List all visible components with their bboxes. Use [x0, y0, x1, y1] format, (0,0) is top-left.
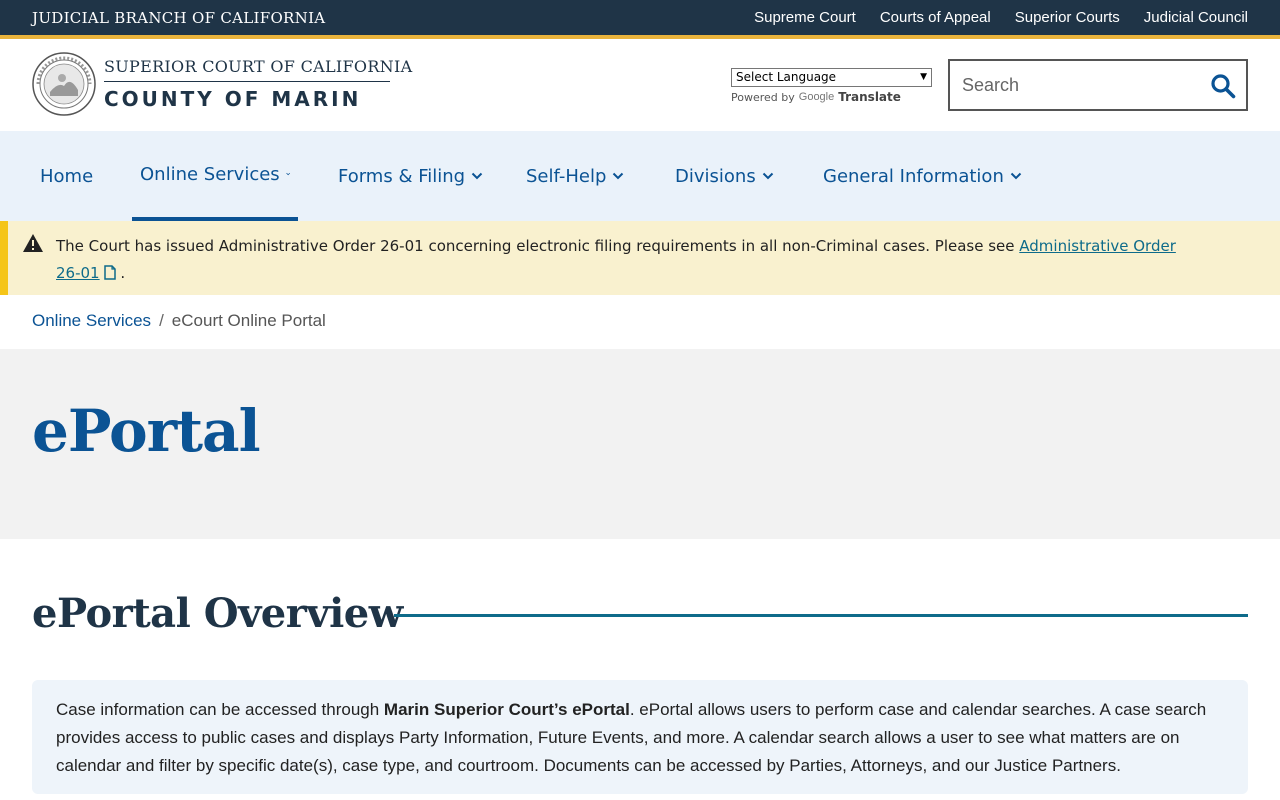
section-rule [394, 614, 1248, 617]
google-translate-attribution: Powered by Google Translate [731, 90, 901, 104]
translate-label[interactable]: Translate [838, 90, 901, 104]
court-name-line1[interactable]: SUPERIOR COURT OF CALIFORNIA [104, 57, 412, 76]
nav-general-information[interactable]: General Information [823, 131, 1022, 221]
chevron-down-icon [613, 172, 624, 180]
nav-self-help[interactable]: Self-Help [526, 131, 624, 221]
search-input[interactable] [962, 73, 1192, 97]
nav-forms-filing-label: Forms & Filing [338, 165, 466, 187]
nav-home[interactable]: Home [40, 131, 93, 221]
overview-eportal-name: Marin Superior Court’s ePortal [383, 700, 630, 719]
breadcrumb-separator: / [159, 311, 164, 330]
chevron-down-icon [471, 172, 483, 180]
google-logo-text[interactable]: Google [799, 91, 834, 103]
chevron-down-icon [285, 172, 290, 176]
top-links: Supreme Court Courts of Appeal Superior … [754, 9, 1248, 26]
nav-home-label: Home [40, 165, 94, 187]
nav-divisions-label: Divisions [675, 165, 756, 187]
nav-divisions[interactable]: Divisions [675, 131, 774, 221]
main-navigation: Home Online Services Forms & Filing Self… [0, 131, 1280, 221]
powered-by-label: Powered by [731, 90, 795, 104]
chevron-down-icon [762, 172, 773, 180]
file-icon [103, 265, 116, 280]
court-seal-icon[interactable] [32, 52, 96, 116]
court-name-divider [104, 81, 390, 82]
nav-online-services[interactable]: Online Services [132, 131, 298, 221]
nav-forms-filing[interactable]: Forms & Filing [338, 131, 483, 221]
section-title: ePortal Overview [32, 590, 403, 637]
toplink-judicial-council[interactable]: Judicial Council [1144, 9, 1248, 26]
warning-icon [23, 234, 43, 252]
overview-text-intro: Case information can be accessed through [56, 700, 384, 719]
breadcrumb-current: eCourt Online Portal [171, 311, 326, 330]
chevron-down-icon [1010, 172, 1022, 180]
overview-box: Case information can be accessed through… [32, 680, 1248, 794]
breadcrumb-online-services[interactable]: Online Services [32, 311, 151, 331]
chevron-down-icon: ▼ [920, 72, 927, 82]
alert-suffix: . [115, 264, 126, 282]
judicial-branch-bar: JUDICIAL BRANCH OF CALIFORNIA Supreme Co… [0, 0, 1280, 35]
toplink-supreme-court[interactable]: Supreme Court [754, 9, 856, 26]
alert-banner: The Court has issued Administrative Orde… [0, 221, 1280, 295]
site-header: SUPERIOR COURT OF CALIFORNIA COUNTY OF M… [0, 39, 1280, 131]
language-select-value: Select Language [736, 70, 837, 84]
page-title: ePortal [32, 397, 261, 465]
alert-text: The Court has issued Administrative Orde… [56, 237, 1020, 255]
page-hero: ePortal [0, 349, 1280, 539]
toplink-courts-of-appeal[interactable]: Courts of Appeal [880, 9, 991, 26]
nav-general-information-label: General Information [823, 165, 1004, 187]
toplink-superior-courts[interactable]: Superior Courts [1015, 9, 1120, 26]
court-name-line2[interactable]: COUNTY OF MARIN [104, 87, 361, 111]
search-icon[interactable] [1210, 73, 1236, 99]
language-select[interactable]: Select Language ▼ [731, 68, 932, 87]
branch-title[interactable]: JUDICIAL BRANCH OF CALIFORNIA [32, 9, 325, 27]
breadcrumb: Online Services / eCourt Online Portal [32, 311, 326, 331]
alert-message: The Court has issued Administrative Orde… [56, 233, 1186, 287]
search-box [948, 59, 1248, 111]
overview-text: Case information can be accessed through… [56, 696, 1226, 780]
nav-online-services-label: Online Services [140, 163, 280, 185]
nav-self-help-label: Self-Help [526, 165, 607, 187]
